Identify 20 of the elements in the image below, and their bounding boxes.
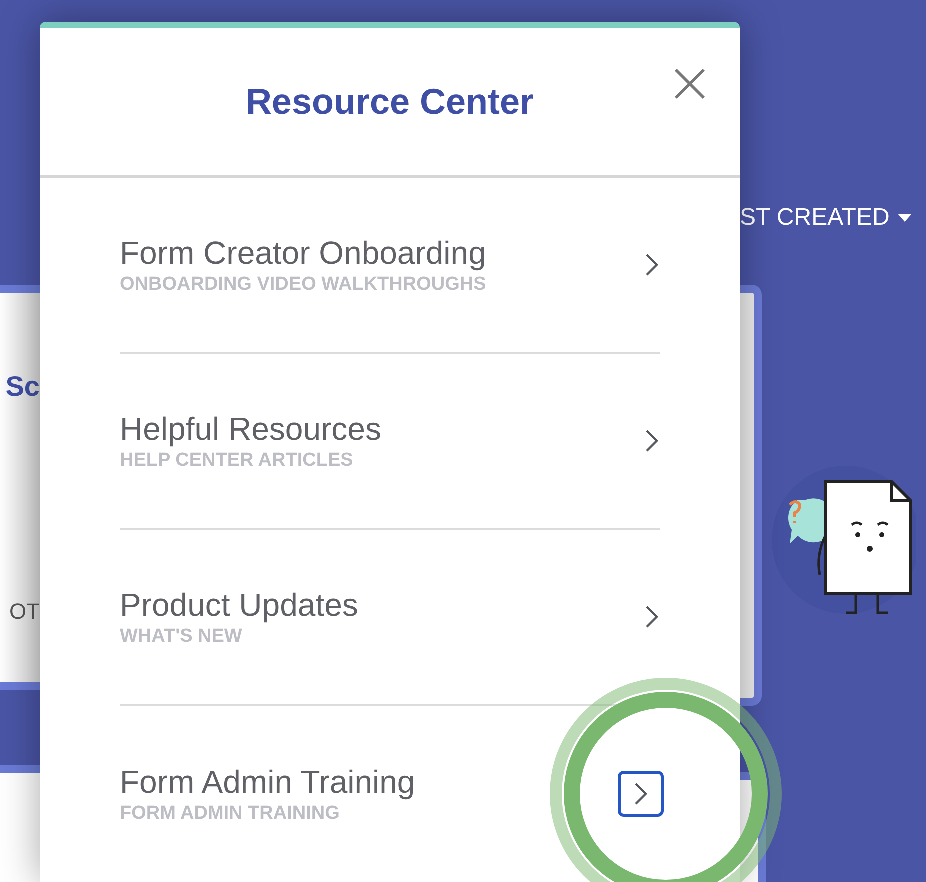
caret-icon	[898, 214, 912, 222]
item-subtitle: FORM ADMIN TRAINING	[120, 802, 341, 826]
focused-chevron-button[interactable]	[618, 771, 664, 817]
panel-title: Resource Center	[246, 84, 534, 120]
item-title: Product Updates	[120, 586, 358, 626]
item-title: Form Creator Onboarding	[120, 234, 486, 274]
resource-item[interactable]: Product Updates WHAT'S NEW	[120, 530, 660, 706]
item-subtitle: WHAT'S NEW	[120, 625, 244, 649]
item-title: Form Admin Training	[120, 763, 416, 802]
sort-dropdown[interactable]: ST CREATED	[740, 206, 926, 230]
card-title: Sc	[6, 373, 40, 401]
item-title: Helpful Resources	[120, 410, 382, 450]
resource-item[interactable]: Form Admin Training FORM ADMIN TRAINING	[120, 706, 660, 882]
resource-item[interactable]: Form Creator Onboarding ONBOARDING VIDEO WALKTHROUGHS	[120, 178, 660, 354]
item-subtitle: HELP CENTER ARTICLES	[120, 449, 354, 473]
item-subtitle: ONBOARDING VIDEO WALKTHROUGHS	[120, 273, 486, 297]
close-button[interactable]	[672, 66, 708, 102]
card-text: OT	[9, 601, 40, 623]
chevron-icon	[634, 782, 648, 806]
resource-item[interactable]: Helpful Resources HELP CENTER ARTICLES	[120, 354, 660, 530]
